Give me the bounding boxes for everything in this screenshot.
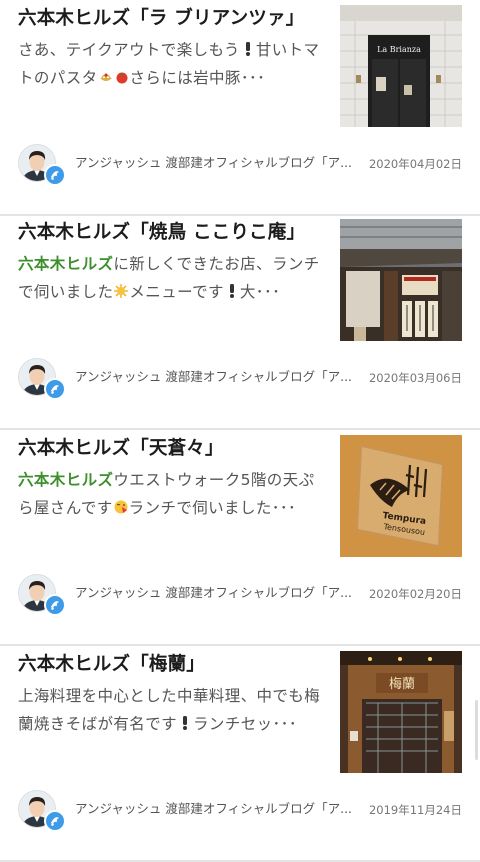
author-avatar[interactable] (18, 574, 66, 618)
article-excerpt: 六本木ヒルズに新しくできたお店、ランチで伺いました メニューです 大･･･ (18, 250, 323, 306)
article-card[interactable]: 六本木ヒルズ「天蒼々」 六本木ヒルズウエストウォーク5階の天ぷら屋さんです ランチ… (0, 430, 480, 646)
pasta-icon (99, 73, 112, 81)
article-thumbnail[interactable]: 梅蘭 (340, 651, 462, 773)
article-thumbnail[interactable] (340, 219, 462, 341)
ameba-badge-icon (44, 810, 66, 832)
article-thumbnail[interactable]: La Brianza (340, 5, 462, 127)
author-avatar[interactable] (18, 358, 66, 402)
article-card[interactable]: 六本木ヒルズ「ラ ブリアンツァ」 さあ、テイクアウトで楽しもう 甘いトマトのパスタ… (0, 0, 480, 216)
author-name[interactable]: アンジャッシュ 渡部建オフィシャルブログ「ア... (75, 800, 365, 818)
article-thumbnail[interactable]: Tempura Tensousou (340, 435, 462, 557)
article-excerpt: さあ、テイクアウトで楽しもう 甘いトマトのパスタ さらには岩中豚･･･ (18, 36, 323, 92)
article-excerpt: 上海料理を中心とした中華料理、中でも梅蘭焼きそばが有名です ランチセッ･･･ (18, 682, 323, 738)
ameba-badge-icon (44, 594, 66, 616)
article-title[interactable]: 六本木ヒルズ「天蒼々」 (18, 436, 323, 462)
sun-icon (114, 284, 129, 298)
author-name[interactable]: アンジャッシュ 渡部建オフィシャルブログ「ア... (75, 368, 365, 386)
excerpt-text: さあ、テイクアウトで楽しもう (18, 41, 240, 59)
author-avatar[interactable] (18, 144, 66, 188)
keyword-highlight: 六本木ヒルズ (18, 471, 114, 489)
post-date: 2020年03月06日 (368, 371, 462, 385)
article-card[interactable]: 六本木ヒルズ「梅蘭」 上海料理を中心とした中華料理、中でも梅蘭焼きそばが有名です… (0, 646, 480, 862)
ameba-badge-icon (44, 378, 66, 400)
post-date: 2019年11月24日 (368, 803, 462, 817)
article-title[interactable]: 六本木ヒルズ「ラ ブリアンツァ」 (18, 6, 323, 32)
exclamation-icon (229, 284, 234, 298)
kiss-face-icon (114, 500, 128, 514)
post-date: 2020年02月20日 (368, 587, 462, 601)
excerpt-text: ランチセッ･･･ (193, 715, 297, 733)
author-name[interactable]: アンジャッシュ 渡部建オフィシャルブログ「ア... (75, 584, 365, 602)
storefront-sign: La Brianza (377, 45, 421, 54)
author-avatar[interactable] (18, 790, 66, 834)
keyword-highlight: 六本木ヒルズ (18, 255, 114, 273)
exclamation-icon (245, 42, 250, 56)
excerpt-text: さらには岩中豚･･･ (129, 69, 266, 87)
excerpt-text: 大･･･ (239, 283, 281, 301)
excerpt-text: ランチで伺いました･･･ (128, 499, 297, 517)
article-feed: 六本木ヒルズ「ラ ブリアンツァ」 さあ、テイクアウトで楽しもう 甘いトマトのパスタ… (0, 0, 480, 862)
article-excerpt: 六本木ヒルズウエストウォーク5階の天ぷら屋さんです ランチで伺いました･･･ (18, 466, 323, 522)
ameba-badge-icon (44, 164, 66, 186)
article-title[interactable]: 六本木ヒルズ「梅蘭」 (18, 652, 323, 678)
scrollbar[interactable] (475, 700, 478, 760)
article-card[interactable]: 六本木ヒルズ「焼鳥 ここりこ庵」 六本木ヒルズに新しくできたお店、ランチで伺いま… (0, 214, 480, 430)
post-date: 2020年04月02日 (368, 157, 462, 171)
exclamation-icon (183, 716, 188, 730)
tomato-icon (116, 72, 128, 84)
excerpt-text: メニューです (129, 283, 224, 301)
article-title[interactable]: 六本木ヒルズ「焼鳥 ここりこ庵」 (18, 220, 323, 246)
author-name[interactable]: アンジャッシュ 渡部建オフィシャルブログ「ア... (75, 154, 365, 172)
shop-sign-text: 梅蘭 (389, 676, 415, 692)
